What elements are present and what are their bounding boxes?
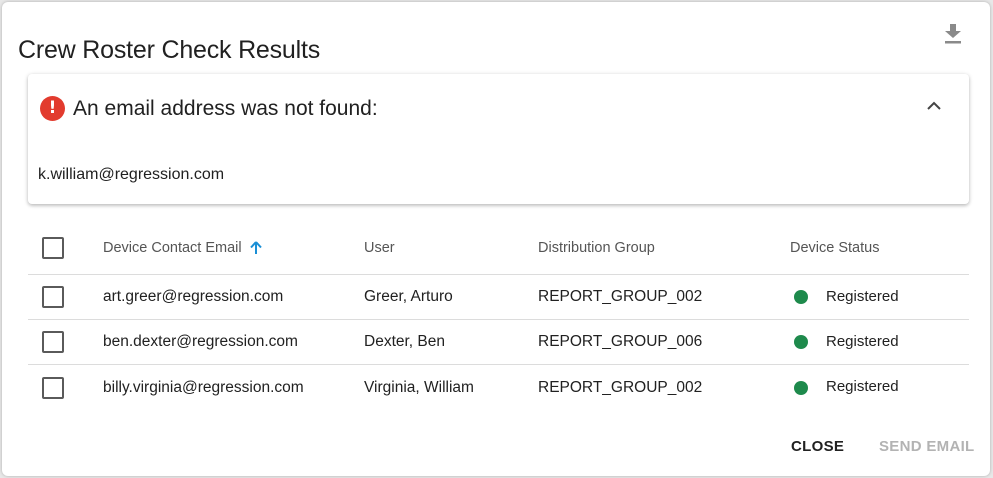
- missing-email-value: k.william@regression.com: [38, 166, 225, 183]
- row-group: REPORT_GROUP_002: [538, 288, 703, 305]
- alert-title: An email address was not found:: [73, 97, 378, 120]
- select-all-checkbox[interactable]: [42, 237, 64, 259]
- arrow-up-icon[interactable]: [249, 241, 262, 255]
- header-group-cell: Distribution Group: [538, 222, 655, 274]
- error-icon: !: [40, 96, 65, 121]
- row-user: Greer, Arturo: [364, 288, 453, 305]
- close-button[interactable]: CLOSE: [791, 438, 844, 455]
- row-checkbox[interactable]: [42, 331, 64, 353]
- row-checkbox-cell: [42, 365, 64, 410]
- chevron-up-icon: [926, 98, 942, 116]
- row-status-label: Registered: [826, 332, 899, 350]
- row-email: billy.virginia@regression.com: [103, 378, 304, 396]
- roster-table: Device Contact Email User Distribution G…: [28, 222, 969, 410]
- crew-roster-dialog: Crew Roster Check Results ! An email add…: [2, 2, 990, 476]
- row-email: art.greer@regression.com: [103, 288, 284, 305]
- row-group: REPORT_GROUP_002: [538, 378, 703, 396]
- header-group-label[interactable]: Distribution Group: [538, 240, 655, 256]
- download-icon: [943, 23, 963, 50]
- row-status: Registered: [790, 275, 899, 319]
- row-checkbox[interactable]: [42, 286, 64, 308]
- header-status-cell: Device Status: [790, 222, 879, 274]
- row-user: Dexter, Ben: [364, 333, 445, 350]
- row-status: Registered: [790, 320, 899, 364]
- row-status-label: Registered: [826, 287, 899, 305]
- header-email-cell: Device Contact Email: [103, 222, 262, 274]
- send-email-button[interactable]: SEND EMAIL: [879, 438, 975, 455]
- collapse-alert-button[interactable]: [919, 92, 949, 122]
- download-button[interactable]: [939, 22, 967, 50]
- header-email-label[interactable]: Device Contact Email: [103, 240, 242, 256]
- registered-status-dot: [794, 290, 808, 304]
- header-user-cell: User: [364, 222, 395, 274]
- row-checkbox-cell: [42, 320, 64, 364]
- table-header-row: Device Contact Email User Distribution G…: [28, 222, 969, 275]
- row-status-label: Registered: [826, 378, 899, 395]
- row-checkbox-cell: [42, 275, 64, 319]
- header-user-label[interactable]: User: [364, 240, 395, 256]
- row-status: Registered: [790, 365, 899, 410]
- row-user: Virginia, William: [364, 378, 474, 396]
- table-row: art.greer@regression.com Greer, Arturo R…: [28, 275, 969, 320]
- missing-email-alert: ! An email address was not found: k.will…: [28, 74, 969, 204]
- row-group: REPORT_GROUP_006: [538, 333, 703, 350]
- table-row: ben.dexter@regression.com Dexter, Ben RE…: [28, 320, 969, 365]
- dialog-title: Crew Roster Check Results: [18, 36, 321, 64]
- header-checkbox-cell: [42, 222, 64, 274]
- row-email: ben.dexter@regression.com: [103, 333, 298, 350]
- row-checkbox[interactable]: [42, 376, 64, 399]
- registered-status-dot: [794, 380, 808, 395]
- header-status-label[interactable]: Device Status: [790, 240, 879, 256]
- registered-status-dot: [794, 335, 808, 349]
- table-row: billy.virginia@regression.com Virginia, …: [28, 365, 969, 410]
